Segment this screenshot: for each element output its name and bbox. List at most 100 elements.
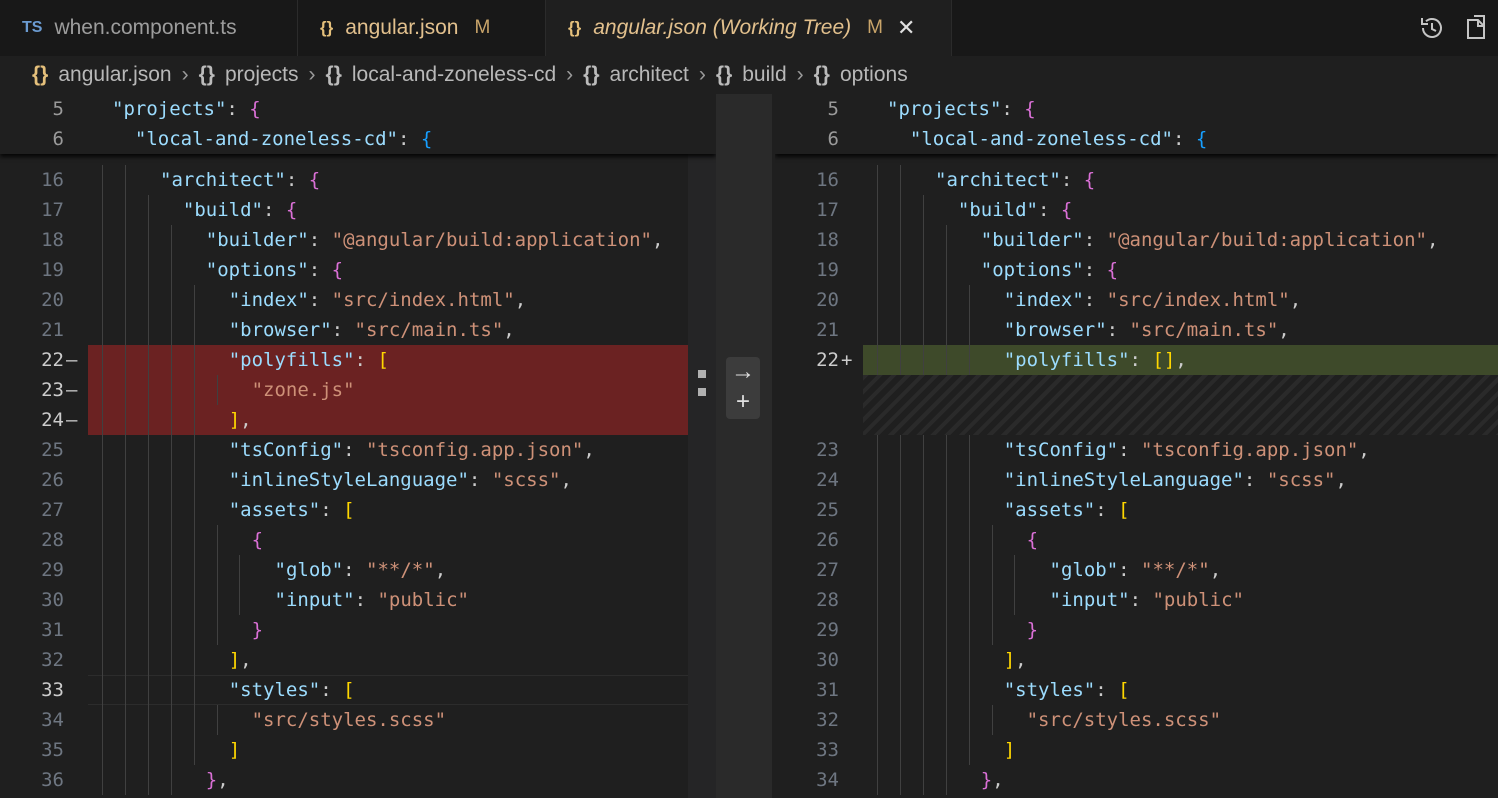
code-line[interactable]: 23— "zone.js" [0,375,716,405]
code-text[interactable]: "builder": "@angular/build:application", [206,225,664,255]
code-line[interactable]: 34}, [775,765,1498,795]
code-text[interactable]: "options": { [981,255,1118,285]
sticky-line[interactable]: 6 "local-and-zoneless-cd": { [775,124,1498,154]
sticky-scroll-header[interactable]: 5 "projects": {6 "local-and-zoneless-cd": … [0,94,716,154]
code-line[interactable]: 21 "browser": "src/main.ts", [0,315,716,345]
code-text[interactable]: }, [981,765,1004,795]
tab-angular-json[interactable]: {} angular.json M [298,0,546,56]
code-text[interactable]: "projects": { [887,94,1036,124]
code-line[interactable]: 28 "input": "public" [775,585,1498,615]
code-text[interactable]: "build": { [958,195,1072,225]
code-line[interactable]: 18 "builder": "@angular/build:application… [775,225,1498,255]
code-text[interactable]: "assets": [ [229,495,355,525]
code-line[interactable]: 26 { [775,525,1498,555]
code-line[interactable]: 16 "architect": { [0,165,716,195]
code-line[interactable]: 32], [0,645,716,675]
code-text[interactable]: "polyfills": [ [229,345,389,375]
code-text[interactable]: { [1027,525,1038,555]
code-line[interactable]: 29} [775,615,1498,645]
code-text[interactable]: "glob": "**/*", [1050,555,1222,585]
code-line[interactable]: 30 "input": "public" [0,585,716,615]
breadcrumb-item-project[interactable]: {} local-and-zoneless-cd [326,63,557,87]
code-text[interactable]: "index": "src/index.html", [229,285,526,315]
code-line[interactable]: 19 "options": { [775,255,1498,285]
modified-editor-pane[interactable]: 5 "projects": {6 "local-and-zoneless-cd": … [775,94,1498,798]
code-text[interactable]: "input": "public" [275,585,470,615]
code-line[interactable]: 24—], [0,405,716,435]
code-text[interactable]: "architect": { [160,165,320,195]
code-line[interactable]: 22— "polyfills": [ [0,345,716,375]
breadcrumb-item-options[interactable]: {} options [814,63,908,87]
code-text[interactable]: "input": "public" [1050,585,1245,615]
code-text[interactable]: "projects": { [112,94,261,124]
code-text[interactable]: "index": "src/index.html", [1004,285,1301,315]
code-line[interactable]: 27 "glob": "**/*", [775,555,1498,585]
plus-icon[interactable]: + [726,387,760,417]
breadcrumb-item-projects[interactable]: {} projects [199,63,299,87]
code-text[interactable]: "builder": "@angular/build:application", [981,225,1439,255]
code-line[interactable]: 31} [0,615,716,645]
breadcrumb-item-architect[interactable]: {} architect [583,63,689,87]
code-text[interactable]: "src/styles.scss" [1027,705,1221,735]
code-text[interactable]: } [252,615,263,645]
code-line[interactable]: 33 "styles": [ [0,675,716,705]
code-text[interactable]: "inlineStyleLanguage": "scss", [229,465,572,495]
code-text[interactable]: "local-and-zoneless-cd": { [135,124,432,154]
code-line[interactable]: 26 "inlineStyleLanguage": "scss", [0,465,716,495]
code-line[interactable]: 18 "builder": "@angular/build:application… [0,225,716,255]
code-text[interactable]: "architect": { [935,165,1095,195]
code-line[interactable]: 27 "assets": [ [0,495,716,525]
code-text[interactable]: "browser": "src/main.ts", [229,315,515,345]
code-text[interactable]: "build": { [183,195,297,225]
code-text[interactable]: "tsConfig": "tsconfig.app.json", [229,435,595,465]
code-text[interactable]: ], [229,645,252,675]
code-text[interactable]: "styles": [ [229,675,355,705]
code-text[interactable]: ], [229,405,252,435]
code-text[interactable]: ], [1004,645,1027,675]
code-line[interactable] [775,375,1498,405]
sticky-line[interactable]: 6 "local-and-zoneless-cd": { [0,124,716,154]
code-text[interactable]: "inlineStyleLanguage": "scss", [1004,465,1347,495]
code-line[interactable]: 30], [775,645,1498,675]
code-text[interactable]: "polyfills": [], [1004,345,1187,375]
history-icon[interactable] [1418,14,1446,42]
revert-block-button[interactable]: → + [726,357,760,419]
code-line[interactable]: 23 "tsConfig": "tsconfig.app.json", [775,435,1498,465]
code-text[interactable]: "assets": [ [1004,495,1130,525]
code-line[interactable]: 25 "assets": [ [775,495,1498,525]
code-text[interactable]: ] [1004,735,1015,765]
code-line[interactable]: 32 "src/styles.scss" [775,705,1498,735]
code-line[interactable]: 17 "build": { [0,195,716,225]
code-text[interactable]: }, [206,765,229,795]
code-text[interactable]: "local-and-zoneless-cd": { [910,124,1207,154]
code-text[interactable]: ] [229,735,240,765]
code-line[interactable]: 36}, [0,765,716,795]
code-line[interactable]: 19 "options": { [0,255,716,285]
code-line[interactable]: 24 "inlineStyleLanguage": "scss", [775,465,1498,495]
breadcrumb-item-file[interactable]: {} angular.json [32,63,172,87]
sticky-line[interactable]: 5 "projects": { [775,94,1498,124]
code-line[interactable]: 20 "index": "src/index.html", [0,285,716,315]
code-text[interactable]: "styles": [ [1004,675,1130,705]
tab-angular-json-working-tree[interactable]: {} angular.json (Working Tree) M ✕ [546,0,952,56]
code-text[interactable]: { [252,525,263,555]
code-line[interactable]: 35] [0,735,716,765]
close-icon[interactable]: ✕ [897,15,915,41]
code-line[interactable]: 28 { [0,525,716,555]
code-line[interactable]: 20 "index": "src/index.html", [775,285,1498,315]
code-line[interactable]: 34 "src/styles.scss" [0,705,716,735]
code-text[interactable]: "options": { [206,255,343,285]
code-line[interactable]: 25 "tsConfig": "tsconfig.app.json", [0,435,716,465]
code-line[interactable]: 29 "glob": "**/*", [0,555,716,585]
overview-ruler[interactable] [688,94,716,798]
code-line[interactable]: 31 "styles": [ [775,675,1498,705]
code-line[interactable]: 33] [775,735,1498,765]
code-line[interactable]: 16 "architect": { [775,165,1498,195]
code-line[interactable]: 21 "browser": "src/main.ts", [775,315,1498,345]
code-text[interactable]: } [1027,615,1038,645]
original-editor-pane[interactable]: 5 "projects": {6 "local-and-zoneless-cd": … [0,94,716,798]
tab-when-component[interactable]: TS when.component.ts [0,0,298,56]
code-text[interactable]: "src/styles.scss" [252,705,446,735]
code-line[interactable] [775,405,1498,435]
sticky-line[interactable]: 5 "projects": { [0,94,716,124]
